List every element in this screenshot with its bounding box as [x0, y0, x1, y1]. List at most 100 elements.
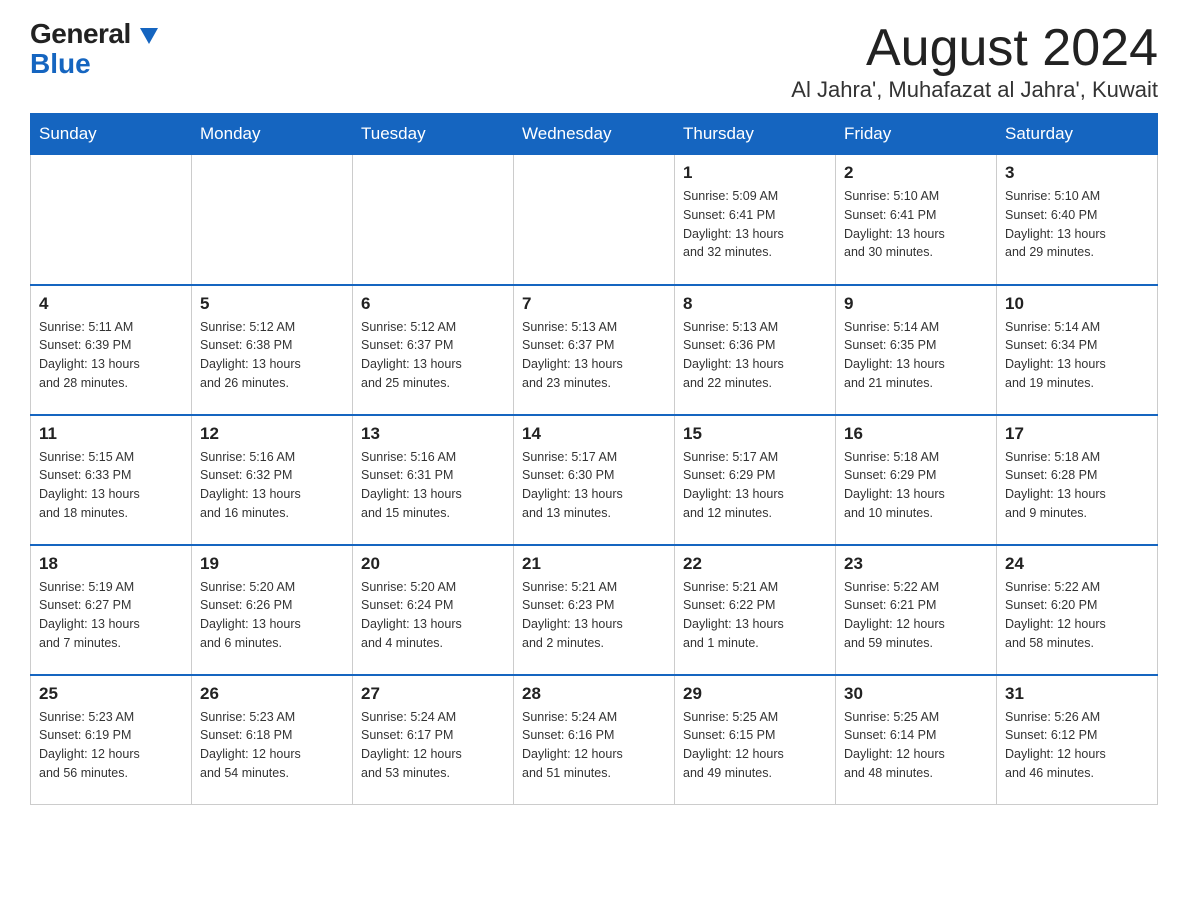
day-info: Sunrise: 5:21 AMSunset: 6:23 PMDaylight:… [522, 578, 666, 653]
logo: General Blue [30, 20, 158, 80]
day-info: Sunrise: 5:12 AMSunset: 6:38 PMDaylight:… [200, 318, 344, 393]
day-info: Sunrise: 5:26 AMSunset: 6:12 PMDaylight:… [1005, 708, 1149, 783]
header-sunday: Sunday [31, 114, 192, 155]
day-number: 27 [361, 684, 505, 704]
calendar-table: Sunday Monday Tuesday Wednesday Thursday… [30, 113, 1158, 805]
table-row: 9 Sunrise: 5:14 AMSunset: 6:35 PMDaylight… [836, 285, 997, 415]
header-saturday: Saturday [997, 114, 1158, 155]
day-number: 1 [683, 163, 827, 183]
table-row: 24 Sunrise: 5:22 AMSunset: 6:20 PMDayligh… [997, 545, 1158, 675]
table-row: 17 Sunrise: 5:18 AMSunset: 6:28 PMDayligh… [997, 415, 1158, 545]
day-info: Sunrise: 5:20 AMSunset: 6:26 PMDaylight:… [200, 578, 344, 653]
day-info: Sunrise: 5:16 AMSunset: 6:31 PMDaylight:… [361, 448, 505, 523]
day-number: 16 [844, 424, 988, 444]
day-number: 24 [1005, 554, 1149, 574]
day-number: 29 [683, 684, 827, 704]
table-row: 20 Sunrise: 5:20 AMSunset: 6:24 PMDayligh… [353, 545, 514, 675]
table-row: 13Sunrise: 5:16 AMSunset: 6:31 PMDayligh… [353, 415, 514, 545]
day-info: Sunrise: 5:10 AMSunset: 6:41 PMDaylight:… [844, 187, 988, 262]
day-number: 10 [1005, 294, 1149, 314]
table-row: 19 Sunrise: 5:20 AMSunset: 6:26 PMDayligh… [192, 545, 353, 675]
table-row: 30Sunrise: 5:25 AMSunset: 6:14 PMDayligh… [836, 675, 997, 805]
table-row: 11Sunrise: 5:15 AMSunset: 6:33 PMDayligh… [31, 415, 192, 545]
day-number: 4 [39, 294, 183, 314]
day-info: Sunrise: 5:23 AMSunset: 6:18 PMDaylight:… [200, 708, 344, 783]
day-info: Sunrise: 5:14 AMSunset: 6:35 PMDaylight:… [844, 318, 988, 393]
day-info: Sunrise: 5:13 AMSunset: 6:36 PMDaylight:… [683, 318, 827, 393]
table-row: 8 Sunrise: 5:13 AMSunset: 6:36 PMDaylight… [675, 285, 836, 415]
day-info: Sunrise: 5:25 AMSunset: 6:14 PMDaylight:… [844, 708, 988, 783]
day-info: Sunrise: 5:25 AMSunset: 6:15 PMDaylight:… [683, 708, 827, 783]
header-thursday: Thursday [675, 114, 836, 155]
table-row [31, 155, 192, 285]
day-info: Sunrise: 5:23 AMSunset: 6:19 PMDaylight:… [39, 708, 183, 783]
day-number: 8 [683, 294, 827, 314]
table-row: 23Sunrise: 5:22 AMSunset: 6:21 PMDayligh… [836, 545, 997, 675]
day-number: 23 [844, 554, 988, 574]
table-row: 22Sunrise: 5:21 AMSunset: 6:22 PMDayligh… [675, 545, 836, 675]
day-info: Sunrise: 5:20 AMSunset: 6:24 PMDaylight:… [361, 578, 505, 653]
calendar-week-row: 25Sunrise: 5:23 AMSunset: 6:19 PMDayligh… [31, 675, 1158, 805]
header-friday: Friday [836, 114, 997, 155]
month-year-title: August 2024 [791, 20, 1158, 77]
day-number: 18 [39, 554, 183, 574]
location-subtitle: Al Jahra', Muhafazat al Jahra', Kuwait [791, 77, 1158, 103]
table-row: 3 Sunrise: 5:10 AMSunset: 6:40 PMDaylight… [997, 155, 1158, 285]
logo-general-text: General [30, 20, 158, 48]
table-row: 2 Sunrise: 5:10 AMSunset: 6:41 PMDaylight… [836, 155, 997, 285]
logo-triangle-icon [140, 28, 158, 44]
day-number: 21 [522, 554, 666, 574]
table-row: 16 Sunrise: 5:18 AMSunset: 6:29 PMDayligh… [836, 415, 997, 545]
table-row: 28 Sunrise: 5:24 AMSunset: 6:16 PMDayligh… [514, 675, 675, 805]
day-info: Sunrise: 5:16 AMSunset: 6:32 PMDaylight:… [200, 448, 344, 523]
day-number: 28 [522, 684, 666, 704]
table-row [192, 155, 353, 285]
calendar-week-row: 11Sunrise: 5:15 AMSunset: 6:33 PMDayligh… [31, 415, 1158, 545]
day-number: 26 [200, 684, 344, 704]
day-number: 17 [1005, 424, 1149, 444]
table-row: 1 Sunrise: 5:09 AMSunset: 6:41 PMDaylight… [675, 155, 836, 285]
calendar-week-row: 1 Sunrise: 5:09 AMSunset: 6:41 PMDaylight… [31, 155, 1158, 285]
day-info: Sunrise: 5:09 AMSunset: 6:41 PMDaylight:… [683, 187, 827, 262]
day-info: Sunrise: 5:11 AMSunset: 6:39 PMDaylight:… [39, 318, 183, 393]
day-number: 12 [200, 424, 344, 444]
day-number: 6 [361, 294, 505, 314]
day-info: Sunrise: 5:24 AMSunset: 6:17 PMDaylight:… [361, 708, 505, 783]
table-row: 21 Sunrise: 5:21 AMSunset: 6:23 PMDayligh… [514, 545, 675, 675]
header-tuesday: Tuesday [353, 114, 514, 155]
day-info: Sunrise: 5:22 AMSunset: 6:20 PMDaylight:… [1005, 578, 1149, 653]
day-info: Sunrise: 5:10 AMSunset: 6:40 PMDaylight:… [1005, 187, 1149, 262]
day-info: Sunrise: 5:21 AMSunset: 6:22 PMDaylight:… [683, 578, 827, 653]
day-number: 2 [844, 163, 988, 183]
day-info: Sunrise: 5:18 AMSunset: 6:29 PMDaylight:… [844, 448, 988, 523]
day-number: 11 [39, 424, 183, 444]
table-row: 14Sunrise: 5:17 AMSunset: 6:30 PMDayligh… [514, 415, 675, 545]
day-number: 3 [1005, 163, 1149, 183]
calendar-week-row: 18 Sunrise: 5:19 AMSunset: 6:27 PMDayligh… [31, 545, 1158, 675]
day-info: Sunrise: 5:12 AMSunset: 6:37 PMDaylight:… [361, 318, 505, 393]
day-info: Sunrise: 5:17 AMSunset: 6:30 PMDaylight:… [522, 448, 666, 523]
calendar-header-row: Sunday Monday Tuesday Wednesday Thursday… [31, 114, 1158, 155]
table-row: 5Sunrise: 5:12 AMSunset: 6:38 PMDaylight… [192, 285, 353, 415]
day-number: 9 [844, 294, 988, 314]
header-monday: Monday [192, 114, 353, 155]
day-number: 20 [361, 554, 505, 574]
day-info: Sunrise: 5:13 AMSunset: 6:37 PMDaylight:… [522, 318, 666, 393]
table-row: 7 Sunrise: 5:13 AMSunset: 6:37 PMDaylight… [514, 285, 675, 415]
table-row [514, 155, 675, 285]
table-row: 26 Sunrise: 5:23 AMSunset: 6:18 PMDayligh… [192, 675, 353, 805]
page-header: General Blue August 2024 Al Jahra', Muha… [30, 20, 1158, 103]
table-row: 12 Sunrise: 5:16 AMSunset: 6:32 PMDayligh… [192, 415, 353, 545]
day-info: Sunrise: 5:18 AMSunset: 6:28 PMDaylight:… [1005, 448, 1149, 523]
logo-blue-text: Blue [30, 48, 91, 79]
table-row: 27 Sunrise: 5:24 AMSunset: 6:17 PMDayligh… [353, 675, 514, 805]
table-row: 25Sunrise: 5:23 AMSunset: 6:19 PMDayligh… [31, 675, 192, 805]
table-row: 18 Sunrise: 5:19 AMSunset: 6:27 PMDayligh… [31, 545, 192, 675]
day-info: Sunrise: 5:19 AMSunset: 6:27 PMDaylight:… [39, 578, 183, 653]
table-row: 10Sunrise: 5:14 AMSunset: 6:34 PMDayligh… [997, 285, 1158, 415]
day-number: 7 [522, 294, 666, 314]
day-number: 19 [200, 554, 344, 574]
day-number: 15 [683, 424, 827, 444]
day-info: Sunrise: 5:24 AMSunset: 6:16 PMDaylight:… [522, 708, 666, 783]
day-number: 31 [1005, 684, 1149, 704]
